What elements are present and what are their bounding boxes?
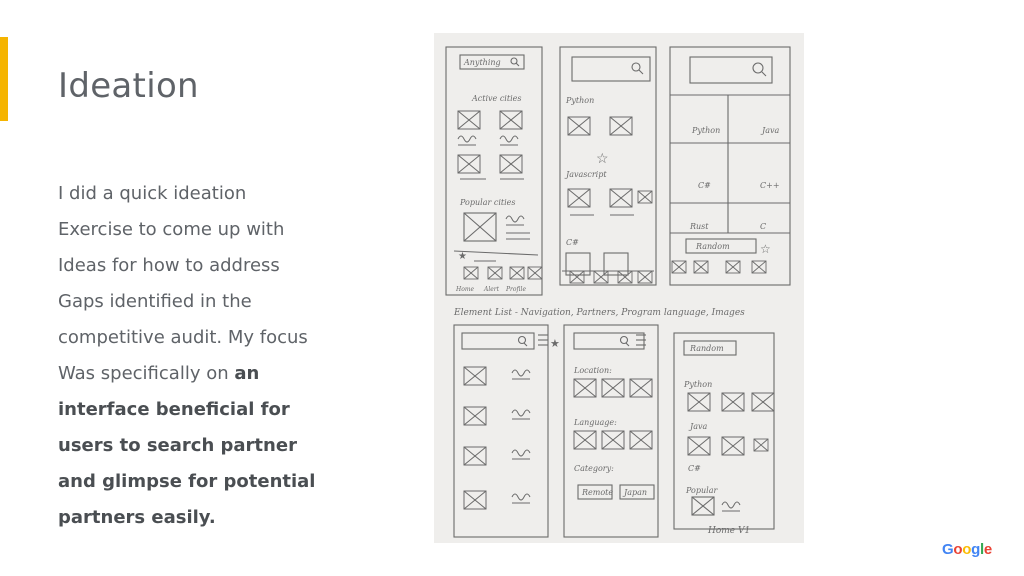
frame1-nav-alert: Alert [483,286,500,293]
frame6-random: Random [689,344,724,353]
body-line: competitive audit. My focus [58,327,308,348]
frame2-label-python: Python [565,96,594,105]
accent-bar [0,37,8,121]
body-line: Ideas for how to address [58,255,280,276]
frame3-cell-rust: Rust [689,222,709,231]
frame5-label-category: Category: [574,464,614,473]
wireframe-frame-1: Anything Active cities Popular cities ★ … [445,46,543,296]
frame2-label-csharp: C# [566,238,579,247]
wireframe-sketch: Anything Active cities Popular cities ★ … [445,46,791,538]
body-line: Was specifically on an [58,356,358,392]
frame5-label-language: Language: [573,418,617,427]
wireframe-frame-6: Random Python Java C# Popular Home V1 [673,332,775,536]
frame6-label-java: Java [688,422,707,431]
wireframe-frame-2: Python ☆ Javascript C# [559,46,657,286]
svg-text:★: ★ [550,337,560,350]
body-bold-line: partners easily. [58,507,216,528]
wireframe-frame-3: Python Java C# C++ Rust C Random ☆ [669,46,791,286]
frame1-active-label: Active cities [471,94,521,103]
sketch-caption: Element List - Navigation, Partners, Pro… [453,308,745,318]
frame6-label-python: Python [683,380,712,389]
frame3-cell-c: C [760,222,766,231]
frame1-nav-home: Home [455,286,475,293]
frame2-label-javascript: Javascript [564,170,607,179]
frame3-cell-java: Java [760,126,779,135]
body-bold-start: an [234,363,260,384]
body-line: Exercise to come up with [58,219,285,240]
frame5-chip-remote: Remote [581,488,613,497]
frame5-label-location: Location: [573,366,612,375]
body-line: Gaps identified in the [58,291,252,312]
logo-letter: o [962,541,972,558]
google-logo: Google [942,541,992,558]
logo-letter: e [983,541,992,558]
logo-letter: o [953,541,963,558]
frame6-label-csharp: C# [688,464,701,473]
logo-letter: g [971,541,980,558]
frame3-cell-cpp: C++ [760,181,780,190]
wireframe-sketch-photo: Anything Active cities Popular cities ★ … [434,33,804,543]
slide-title: Ideation [58,66,199,106]
frame5-chip-japan: Japan [622,488,647,497]
body-line: I did a quick ideation [58,183,247,204]
svg-text:★: ★ [458,251,467,262]
wireframe-frame-4: ★ [453,324,560,538]
svg-text:☆: ☆ [596,151,609,167]
frame1-nav-profile: Profile [505,286,526,293]
slide-body: I did a quick ideation Exercise to come … [58,176,358,536]
frame6-label-popular: Popular [685,486,718,495]
frame3-random: Random [695,242,730,251]
frame3-cell-csharp: C# [698,181,711,190]
body-bold-line: users to search partner [58,435,297,456]
body-line-prefix: Was specifically on [58,363,235,384]
svg-text:☆: ☆ [760,242,771,256]
wireframe-frame-5: Location: Language: Category: Remote Jap… [563,324,659,538]
frame1-popular-label: Popular cities [459,198,516,207]
frame6-note: Home V1 [707,526,750,536]
frame1-search-text: Anything [463,58,501,67]
body-bold-line: and glimpse for potential [58,471,316,492]
body-bold-line: interface beneficial for [58,399,290,420]
logo-letter: G [942,541,954,558]
frame3-cell-python: Python [691,126,720,135]
